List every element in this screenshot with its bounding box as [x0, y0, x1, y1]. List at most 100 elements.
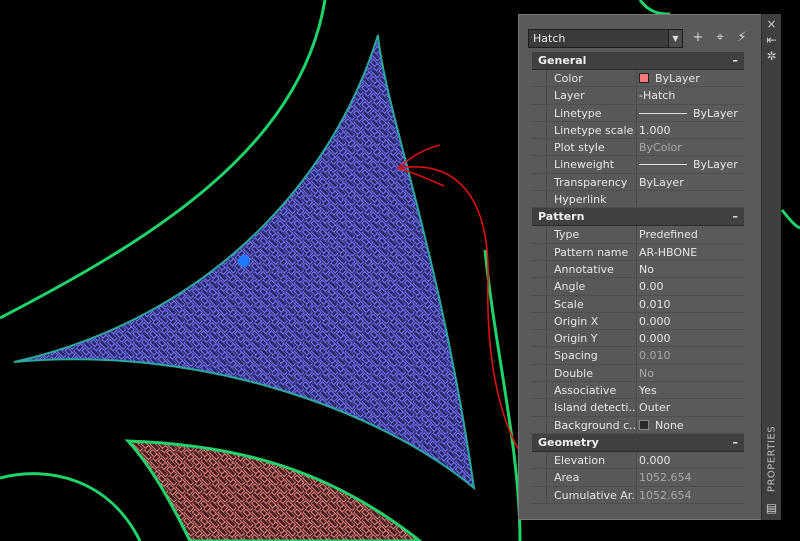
property-value-text: 1052.654	[639, 488, 692, 502]
property-row-color[interactable]: Color ByLayer	[532, 70, 744, 88]
pickadd-icon: +	[692, 30, 704, 45]
property-row-lineweight[interactable]: Lineweight ByLayer	[532, 156, 744, 174]
property-value-text: 0.000	[639, 332, 671, 346]
property-value-text: Predefined	[639, 228, 698, 242]
quick-select-icon: ⚡	[737, 30, 747, 45]
property-label: Layer	[546, 87, 636, 104]
property-value[interactable]: 0.000	[636, 451, 744, 469]
property-row-cumulative-ar[interactable]: Cumulative Ar... 1052.654	[532, 486, 744, 504]
boundary-arc-top-right	[638, 0, 671, 16]
object-type-select[interactable]: Hatch ▼	[528, 29, 683, 48]
property-value-text: ByLayer	[693, 158, 738, 172]
collapse-icon[interactable]: –	[733, 208, 739, 225]
collapse-icon[interactable]: –	[733, 434, 739, 451]
property-label: Background c...	[546, 416, 636, 433]
property-value[interactable]: ByLayer	[636, 156, 744, 173]
section-general[interactable]: General –	[532, 52, 744, 70]
property-label: Origin Y	[546, 330, 636, 347]
palette-menu-icon[interactable]: ▤	[762, 500, 781, 516]
property-label: Angle	[546, 278, 636, 295]
property-row-linetype[interactable]: Linetype ByLayer	[532, 104, 744, 122]
property-value-text: 0.010	[639, 297, 671, 311]
property-value-text: ByLayer	[655, 72, 700, 85]
property-row-associative[interactable]: Associative Yes	[532, 382, 744, 400]
property-label: Area	[546, 469, 636, 486]
property-value-text: 0.000	[639, 314, 671, 328]
property-value-text: ByLayer	[693, 106, 738, 120]
section-pattern[interactable]: Pattern –	[532, 208, 744, 227]
autohide-icon[interactable]: ⇤	[762, 32, 781, 48]
property-row-elevation[interactable]: Elevation 0.000	[532, 451, 744, 470]
palette-title: PROPERTIES	[762, 414, 781, 504]
property-row-linetype-scale[interactable]: Linetype scale 1.000	[532, 121, 744, 140]
property-label: Lineweight	[546, 156, 636, 173]
property-value[interactable]: 0.000	[636, 330, 744, 347]
property-label: Pattern name	[546, 243, 636, 260]
property-row-layer[interactable]: Layer -Hatch	[532, 87, 744, 105]
property-value[interactable]	[636, 191, 744, 208]
palette-titlebar[interactable]: × ⇤ ✲ PROPERTIES ▤	[761, 14, 781, 520]
property-row-background-c[interactable]: Background c... None	[532, 416, 744, 434]
chevron-down-icon[interactable]: ▼	[668, 30, 682, 47]
property-value[interactable]: 1.000	[636, 121, 744, 139]
property-value-text: Yes	[639, 384, 657, 398]
property-value[interactable]: ByLayer	[636, 70, 744, 87]
property-row-transparency[interactable]: Transparency ByLayer	[532, 173, 744, 192]
section-geometry[interactable]: Geometry –	[532, 433, 744, 452]
palette-title-text: PROPERTIES	[766, 425, 777, 493]
select-objects-button[interactable]: ⌖	[711, 29, 729, 47]
property-row-angle[interactable]: Angle 0.00	[532, 278, 744, 296]
toggle-pickadd-button[interactable]: +	[689, 29, 707, 47]
property-label: Linetype	[546, 104, 636, 121]
property-label: Color	[546, 70, 636, 87]
property-value[interactable]: 1052.654	[636, 486, 744, 503]
property-value[interactable]: Predefined	[636, 226, 744, 243]
boundary-arc-bottom-right	[483, 249, 522, 541]
boundary-arc-right	[780, 209, 800, 230]
property-value[interactable]: ByLayer	[636, 104, 744, 121]
property-value[interactable]: 1052.654	[636, 469, 744, 486]
property-value[interactable]: AR-HBONE	[636, 243, 744, 260]
property-value-text: -Hatch	[639, 89, 676, 103]
property-row-annotative[interactable]: Annotative No	[532, 260, 744, 279]
property-row-plot-style[interactable]: Plot style ByColor	[532, 139, 744, 157]
property-value[interactable]: No	[636, 364, 744, 382]
property-value[interactable]: 0.010	[636, 347, 744, 364]
boundary-arc-bottom-left	[0, 472, 142, 541]
property-value[interactable]: 0.010	[636, 295, 744, 312]
property-row-double[interactable]: Double No	[532, 364, 744, 383]
property-row-area[interactable]: Area 1052.654	[532, 469, 744, 487]
property-row-island-detecti[interactable]: Island detecti... Outer	[532, 399, 744, 417]
property-value-text: Outer	[639, 401, 671, 415]
property-value[interactable]: 0.000	[636, 312, 744, 330]
property-label: Associative	[546, 382, 636, 399]
property-value[interactable]: No	[636, 260, 744, 278]
property-value-text: AR-HBONE	[639, 245, 698, 259]
property-value[interactable]: -Hatch	[636, 87, 744, 104]
property-value[interactable]: Yes	[636, 382, 744, 399]
collapse-icon[interactable]: –	[733, 52, 739, 69]
property-value-text: ByLayer	[639, 175, 684, 189]
property-row-type[interactable]: Type Predefined	[532, 226, 744, 244]
color-swatch	[639, 73, 649, 83]
property-row-hyperlink[interactable]: Hyperlink	[532, 191, 744, 209]
property-label: Cumulative Ar...	[546, 486, 636, 503]
property-value[interactable]: ByColor	[636, 139, 744, 156]
property-value-text: ByColor	[639, 141, 682, 155]
property-row-pattern-name[interactable]: Pattern name AR-HBONE	[532, 243, 744, 261]
property-grid: General – Color ByLayer Layer -Hatch Linetype B…	[532, 52, 744, 504]
property-value[interactable]: None	[636, 416, 744, 433]
property-row-spacing[interactable]: Spacing 0.010	[532, 347, 744, 365]
property-row-scale[interactable]: Scale 0.010	[532, 295, 744, 313]
property-row-origin-x[interactable]: Origin X 0.000	[532, 312, 744, 331]
property-label: Hyperlink	[546, 191, 636, 208]
property-value[interactable]: ByLayer	[636, 173, 744, 191]
property-value[interactable]: 0.00	[636, 278, 744, 295]
property-row-origin-y[interactable]: Origin Y 0.000	[532, 330, 744, 348]
close-icon[interactable]: ×	[762, 16, 781, 32]
settings-icon[interactable]: ✲	[762, 48, 781, 64]
property-value[interactable]: Outer	[636, 399, 744, 416]
hatch-grip	[238, 255, 250, 267]
quick-select-button[interactable]: ⚡	[733, 29, 751, 47]
property-label: Spacing	[546, 347, 636, 364]
